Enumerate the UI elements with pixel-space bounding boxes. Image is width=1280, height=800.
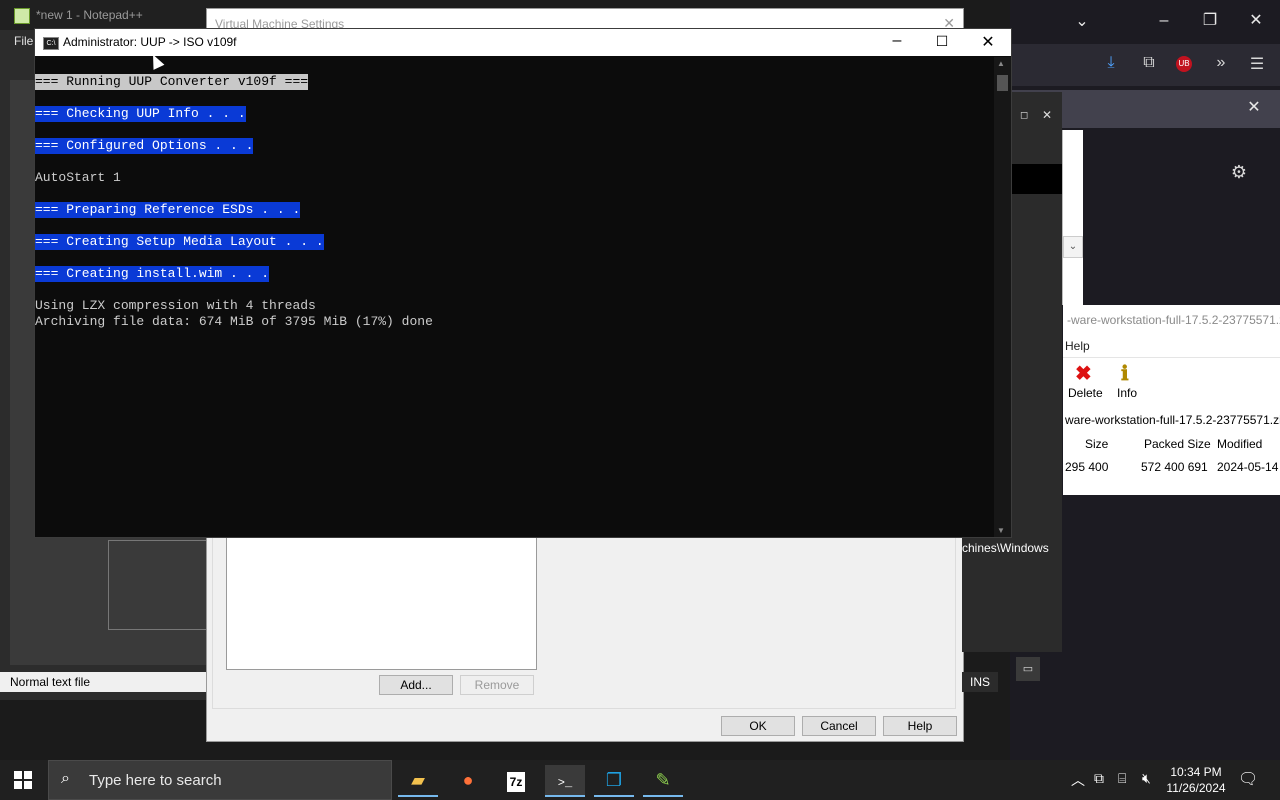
cell-modified: 2024-05-14 1: [1217, 460, 1280, 474]
console-minimize-icon[interactable]: –: [887, 32, 907, 50]
info-icon[interactable]: ℹ: [1121, 361, 1129, 386]
vmware-white-field: [1062, 130, 1083, 305]
clock-time: 10:34 PM: [1170, 765, 1222, 779]
menu-icon[interactable]: ☰: [1246, 54, 1268, 74]
console-line-preparing: === Preparing Reference ESDs . . .: [35, 202, 301, 218]
col-packed-size[interactable]: Packed Size: [1144, 437, 1211, 451]
add-button[interactable]: Add...: [379, 675, 453, 695]
tab-list-icon[interactable]: ⌄: [1072, 12, 1092, 32]
vmware-tab-close-icon[interactable]: ✕: [1042, 108, 1052, 122]
clock-date: 11/26/2024: [1166, 781, 1226, 795]
search-icon: ⌕: [61, 770, 70, 787]
vmware-tab-restore-icon[interactable]: ◻: [1020, 110, 1028, 121]
browser-toolbar: ⤓ ⧉ UB » ☰: [1010, 44, 1280, 86]
console-line-compression: Using LZX compression with 4 threads: [35, 298, 316, 313]
taskbar-search[interactable]: ⌕ Type here to search: [48, 760, 392, 800]
notepad-menu-file[interactable]: File: [14, 34, 33, 48]
archive-name: ware-workstation-full-17.5.2-23775571.zi: [1065, 413, 1280, 427]
console-output[interactable]: === Running UUP Converter v109f === === …: [35, 73, 995, 533]
terminal-icon[interactable]: >_: [545, 765, 585, 797]
download-icon[interactable]: ⤓: [1100, 54, 1122, 72]
col-size[interactable]: Size: [1085, 437, 1108, 451]
vmware-dropdown-icon[interactable]: ⌄: [1063, 236, 1083, 258]
firefox-icon[interactable]: ●: [448, 765, 488, 795]
scroll-up-icon[interactable]: ▲: [997, 59, 1005, 68]
info-label[interactable]: Info: [1117, 386, 1137, 400]
console-title: Administrator: UUP -> ISO v109f: [63, 35, 237, 49]
7zip-icon[interactable]: 7z: [496, 765, 536, 795]
scroll-thumb[interactable]: [997, 75, 1008, 91]
notepad-inner-frame: [108, 540, 210, 630]
vmware-path-text: chines\Windows: [962, 541, 1049, 555]
vmware-status-icon[interactable]: ▭: [1016, 657, 1040, 681]
restore-icon[interactable]: ❐: [1200, 11, 1220, 31]
show-hidden-icons[interactable]: ︿: [1071, 770, 1085, 790]
ok-button[interactable]: OK: [721, 716, 795, 736]
console-line-archiving: Archiving file data: 674 MiB of 3795 MiB…: [35, 314, 433, 329]
console-line-configured: === Configured Options . . .: [35, 138, 254, 154]
console-app-icon: C:\: [43, 37, 59, 50]
browser-titlebar: ⌄ – ❐ ✕: [1010, 0, 1280, 44]
minimize-icon[interactable]: –: [1154, 11, 1174, 31]
console-line-checking: === Checking UUP Info . . .: [35, 106, 246, 122]
console-line-running: === Running UUP Converter v109f ===: [35, 74, 309, 90]
remove-button[interactable]: Remove: [460, 675, 534, 695]
notification-icon[interactable]: 🗨︎: [1238, 769, 1258, 789]
settings-gear-icon[interactable]: ⚙: [1228, 162, 1250, 183]
help-button[interactable]: Help: [883, 716, 957, 736]
console-maximize-icon[interactable]: ☐: [932, 33, 952, 50]
more-tools-icon[interactable]: »: [1210, 54, 1232, 72]
vmware-icon[interactable]: ❐: [594, 765, 634, 797]
clock[interactable]: 10:34 PM 11/26/2024: [1166, 764, 1226, 796]
ins-indicator: INS: [962, 672, 998, 692]
close-icon[interactable]: ✕: [1246, 11, 1266, 31]
notepad-statusbar: Normal text file: [0, 672, 210, 692]
delete-label[interactable]: Delete: [1068, 386, 1103, 400]
delete-x-icon[interactable]: ✖: [1075, 361, 1092, 386]
ublock-icon[interactable]: UB: [1176, 56, 1192, 72]
console-scrollbar[interactable]: ▲ ▼: [994, 57, 1011, 537]
start-windows-icon[interactable]: [14, 771, 32, 789]
extensions-icon[interactable]: ⧉: [1138, 54, 1160, 72]
console-line-setup-media: === Creating Setup Media Layout . . .: [35, 234, 324, 250]
console-line-autostart: AutoStart 1: [35, 170, 121, 185]
sevenzip-window: -ware-workstation-full-17.5.2-23775571.z…: [1063, 305, 1280, 495]
console-titlebar[interactable]: C:\ Administrator: UUP -> ISO v109f – ☐ …: [35, 29, 1011, 56]
cell-size: 295 400: [1065, 460, 1109, 474]
notepad-title: *new 1 - Notepad++: [0, 0, 210, 30]
cell-packed: 572 400 691: [1141, 460, 1208, 474]
file-explorer-icon[interactable]: ▰: [398, 765, 438, 797]
taskbar: ⌕ Type here to search ▰ ● 7z >_ ❐ ✎ ︿ ⧉ …: [0, 760, 1280, 800]
menu-help[interactable]: Help: [1063, 335, 1280, 358]
cancel-button[interactable]: Cancel: [802, 716, 876, 736]
search-placeholder: Type here to search: [89, 772, 222, 789]
network-icon[interactable]: ⌸: [1118, 770, 1126, 787]
panel-close-icon[interactable]: ✕: [1244, 98, 1264, 118]
notepadpp-icon[interactable]: ✎: [643, 765, 683, 797]
archive-path: -ware-workstation-full-17.5.2-23775571.z…: [1067, 313, 1280, 327]
volume-muted-icon[interactable]: 🔇︎: [1142, 770, 1151, 787]
tray-app-icon[interactable]: ⧉: [1094, 770, 1104, 787]
notepad-app-icon: [14, 8, 30, 24]
console-line-install-wim: === Creating install.wim . . .: [35, 266, 270, 282]
col-modified[interactable]: Modified: [1217, 437, 1262, 451]
console-window: C:\ Administrator: UUP -> ISO v109f – ☐ …: [34, 28, 1012, 538]
panel-group-border: [212, 529, 956, 709]
scroll-down-icon[interactable]: ▼: [997, 526, 1005, 535]
console-close-icon[interactable]: ✕: [978, 32, 998, 52]
